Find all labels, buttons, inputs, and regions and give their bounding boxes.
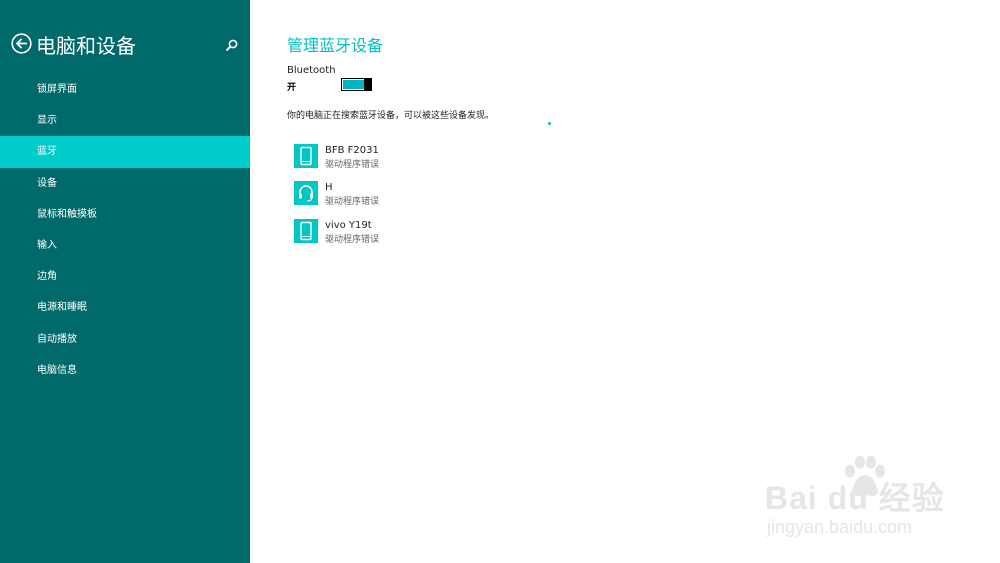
search-button[interactable]	[225, 37, 239, 51]
bluetooth-label: Bluetooth	[287, 65, 336, 76]
device-status: 驱动程序错误	[325, 197, 380, 207]
watermark-url: jingyan.baidu.com	[767, 517, 913, 537]
page-title: 管理蓝牙设备	[287, 36, 384, 55]
device-status: 驱动程序错误	[325, 235, 380, 245]
sidebar: 电脑和设备 锁屏界面 显示 蓝牙 设备 鼠标和触摸板 输入 边角 电源和睡眠 自…	[0, 0, 250, 563]
device-name: BFB F2031	[325, 145, 379, 156]
sidebar-item-display[interactable]: 显示	[0, 105, 250, 136]
device-item[interactable]: vivo Y19t 驱动程序错误	[294, 219, 594, 249]
searching-status-text: 你的电脑正在搜索蓝牙设备，可以被这些设备发现。	[287, 111, 495, 121]
sidebar-item-power-sleep[interactable]: 电源和睡眠	[0, 292, 250, 323]
device-tile	[294, 144, 318, 168]
sidebar-title: 电脑和设备	[36, 34, 136, 58]
bluetooth-state-label: 开	[287, 83, 297, 93]
sidebar-item-devices[interactable]: 设备	[0, 168, 250, 199]
baidu-jingyan-watermark: Bai du 经验 jingyan.baidu.com	[765, 455, 965, 545]
sidebar-item-bluetooth[interactable]: 蓝牙	[0, 136, 250, 168]
progress-dot	[548, 122, 551, 125]
sidebar-item-pc-info[interactable]: 电脑信息	[0, 355, 250, 386]
sidebar-item-typing[interactable]: 输入	[0, 230, 250, 261]
device-name: H	[325, 182, 333, 193]
toggle-thumb[interactable]	[364, 78, 372, 91]
sidebar-item-lock-screen[interactable]: 锁屏界面	[0, 74, 250, 105]
headset-icon	[299, 185, 313, 202]
phone-icon	[300, 146, 312, 166]
sidebar-item-corners[interactable]: 边角	[0, 261, 250, 292]
sidebar-nav: 锁屏界面 显示 蓝牙 设备 鼠标和触摸板 输入 边角 电源和睡眠 自动播放 电脑…	[0, 74, 250, 386]
back-arrow-icon	[11, 33, 32, 54]
bluetooth-toggle[interactable]	[341, 78, 372, 91]
phone-icon	[300, 221, 312, 241]
device-item[interactable]: BFB F2031 驱动程序错误	[294, 144, 594, 174]
sidebar-item-mouse-touchpad[interactable]: 鼠标和触摸板	[0, 199, 250, 230]
search-icon	[226, 39, 238, 51]
device-tile	[294, 181, 318, 205]
device-tile	[294, 219, 318, 243]
device-status: 驱动程序错误	[325, 160, 380, 170]
back-button[interactable]	[11, 33, 32, 54]
sidebar-item-autoplay[interactable]: 自动播放	[0, 324, 250, 355]
watermark-brand: Bai du 经验	[765, 480, 945, 516]
toggle-fill	[343, 80, 365, 89]
device-name: vivo Y19t	[325, 220, 372, 231]
device-item[interactable]: H 驱动程序错误	[294, 181, 594, 211]
